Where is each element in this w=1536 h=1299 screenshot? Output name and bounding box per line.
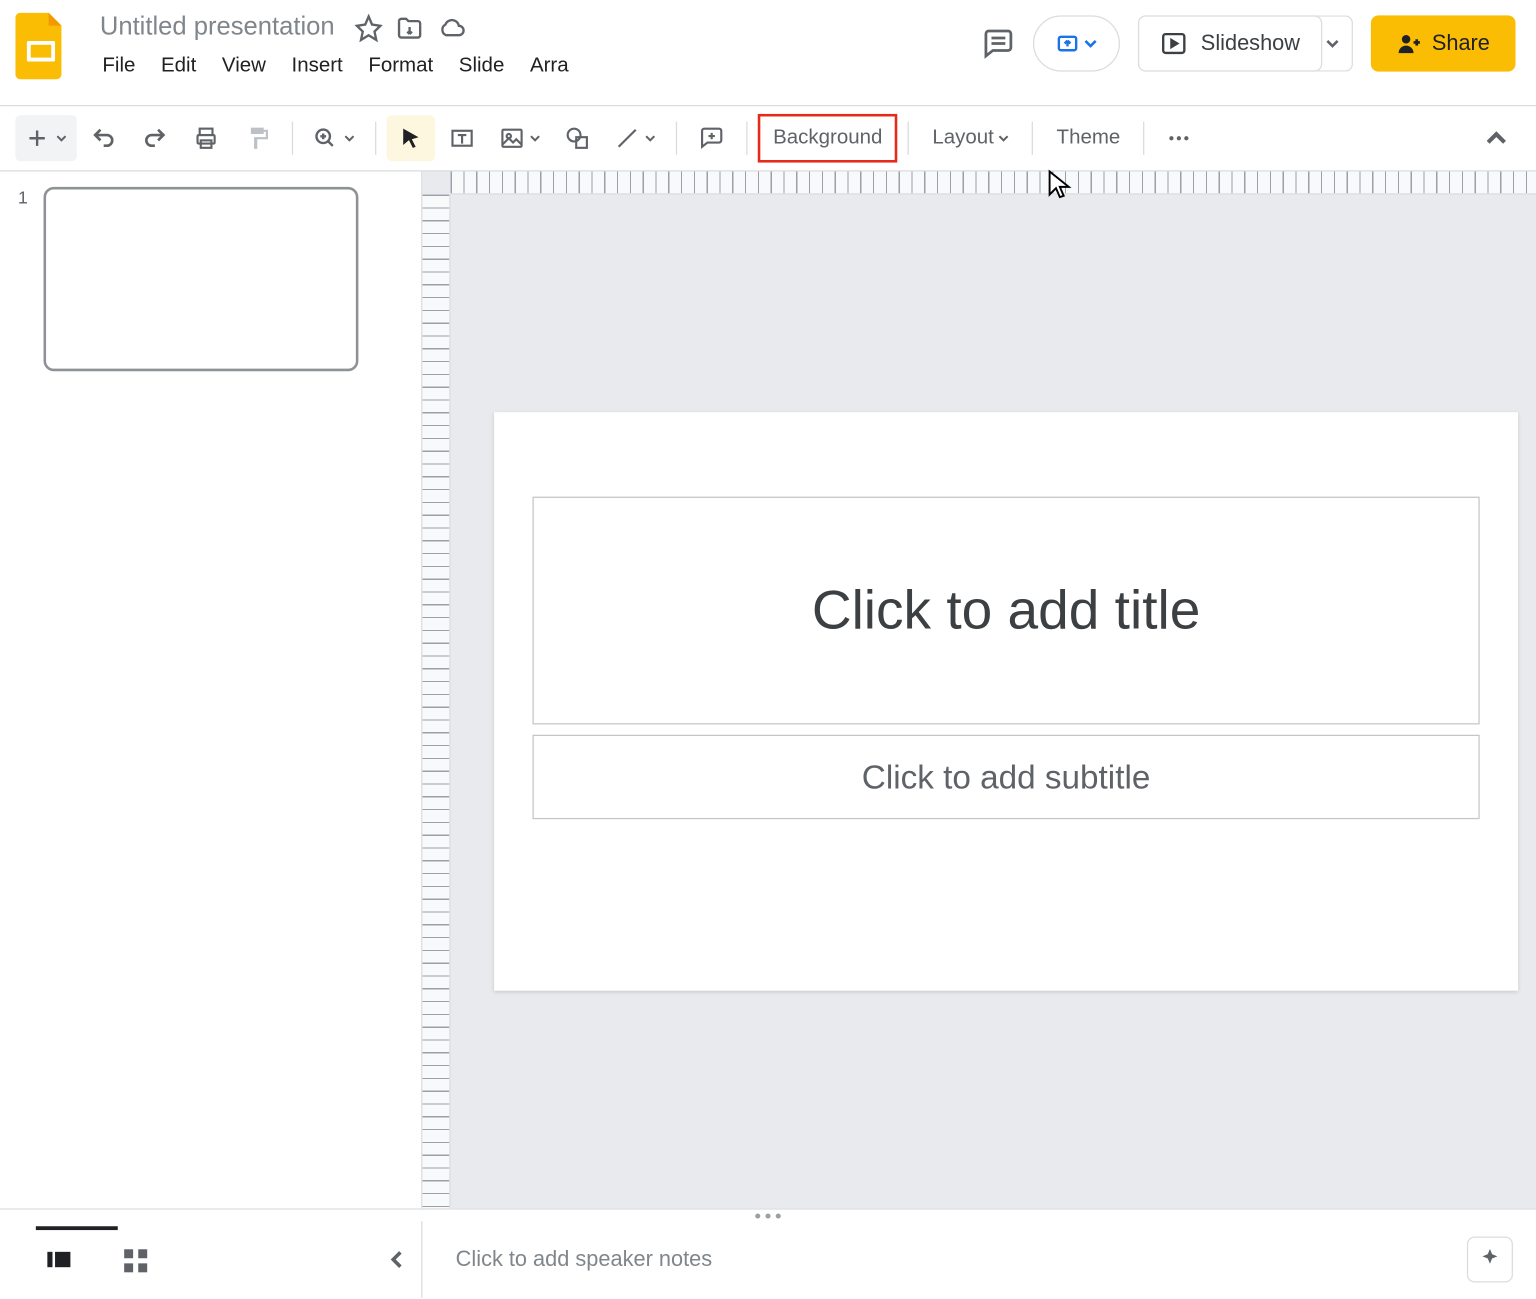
app-header: Untitled presentation File Edit View Ins…	[0, 0, 1536, 105]
slideshow-dropdown[interactable]	[1314, 15, 1352, 71]
theme-button[interactable]: Theme	[1044, 119, 1133, 157]
add-comment-button[interactable]	[687, 115, 736, 161]
slide-canvas[interactable]: Click to add title Click to add subtitle	[422, 172, 1536, 1209]
background-button[interactable]: Background	[758, 114, 898, 163]
layout-button[interactable]: Layout	[920, 119, 1022, 157]
explore-button[interactable]	[1467, 1236, 1513, 1282]
notes-resize-handle[interactable]	[0, 1208, 1536, 1221]
main-area: 1 Click to add title Click to add subtit…	[0, 172, 1536, 1209]
speaker-notes[interactable]: Click to add speaker notes	[422, 1247, 1466, 1273]
title-placeholder[interactable]: Click to add title	[532, 497, 1479, 725]
line-tool[interactable]	[604, 115, 665, 161]
menu-slide[interactable]: Slide	[449, 50, 515, 83]
move-icon[interactable]	[396, 13, 424, 41]
slide-number: 1	[18, 187, 36, 371]
undo-button[interactable]	[79, 115, 128, 161]
share-button[interactable]: Share	[1370, 15, 1515, 71]
doc-title[interactable]: Untitled presentation	[92, 10, 342, 45]
menu-arrange[interactable]: Arra	[520, 50, 579, 83]
select-tool[interactable]	[387, 115, 436, 161]
menu-insert[interactable]: Insert	[281, 50, 353, 83]
menu-edit[interactable]: Edit	[151, 50, 207, 83]
more-tools-button[interactable]	[1155, 115, 1204, 161]
menu-format[interactable]: Format	[358, 50, 443, 83]
zoom-button[interactable]	[303, 115, 364, 161]
slideshow-label: Slideshow	[1201, 31, 1300, 57]
horizontal-ruler	[451, 172, 1536, 195]
present-button[interactable]	[1033, 15, 1120, 71]
toolbar: Background Layout Theme	[0, 105, 1536, 172]
menu-file[interactable]: File	[92, 50, 145, 83]
cloud-status-icon[interactable]	[437, 13, 468, 41]
slides-logo[interactable]	[10, 8, 71, 85]
filmstrip-view-button[interactable]	[44, 1244, 75, 1275]
layout-label: Layout	[932, 127, 994, 150]
print-button[interactable]	[182, 115, 231, 161]
subtitle-placeholder[interactable]: Click to add subtitle	[532, 735, 1479, 819]
paint-format-button[interactable]	[233, 115, 282, 161]
menu-bar: File Edit View Insert Format Slide Arra	[92, 50, 579, 83]
share-label: Share	[1432, 31, 1490, 57]
menu-view[interactable]: View	[212, 50, 277, 83]
bottom-bar: Click to add speaker notes	[0, 1221, 1536, 1298]
grid-view-button[interactable]	[120, 1244, 151, 1275]
collapse-filmstrip-button[interactable]	[388, 1251, 406, 1269]
redo-button[interactable]	[131, 115, 180, 161]
new-slide-button[interactable]	[15, 115, 76, 161]
vertical-ruler	[422, 195, 450, 1209]
star-icon[interactable]	[355, 13, 383, 41]
filmstrip[interactable]: 1	[0, 172, 422, 1209]
slide-thumbnail-1[interactable]	[44, 187, 359, 371]
slide[interactable]: Click to add title Click to add subtitle	[494, 412, 1518, 991]
textbox-tool[interactable]	[438, 115, 487, 161]
image-tool[interactable]	[489, 115, 550, 161]
slideshow-button[interactable]: Slideshow	[1138, 15, 1322, 71]
shape-tool[interactable]	[553, 115, 602, 161]
comments-icon[interactable]	[982, 27, 1015, 60]
hide-menus-button[interactable]	[1472, 115, 1521, 161]
